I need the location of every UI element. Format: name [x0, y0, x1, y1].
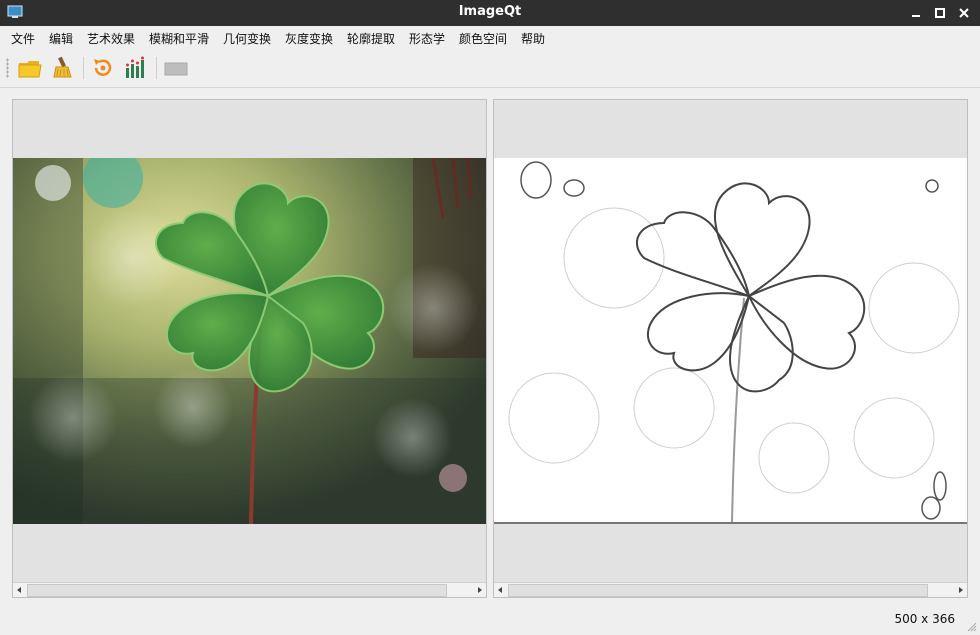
scroll-right-icon[interactable]: [954, 583, 967, 597]
menu-grayscale[interactable]: 灰度变换: [285, 30, 333, 47]
disabled-tool-icon: [164, 62, 188, 76]
scroll-left-icon[interactable]: [13, 583, 26, 597]
menu-edit[interactable]: 编辑: [49, 30, 73, 47]
menu-geometry[interactable]: 几何变换: [223, 30, 271, 47]
menu-color-space[interactable]: 颜色空间: [459, 30, 507, 47]
histogram-icon[interactable]: [123, 55, 149, 81]
scroll-right-icon[interactable]: [473, 583, 486, 597]
title-bar: ImageQt: [0, 0, 980, 26]
close-icon[interactable]: [955, 4, 973, 22]
toolbar-separator: [83, 57, 84, 79]
right-horizontal-scrollbar[interactable]: [494, 582, 967, 597]
result-image-panel: [493, 99, 968, 598]
menu-file[interactable]: 文件: [11, 30, 35, 47]
toolbar-grip[interactable]: [6, 58, 9, 78]
toolbar: [0, 49, 980, 88]
left-horizontal-scrollbar[interactable]: [13, 582, 486, 597]
image-size-label: 500 x 366: [894, 612, 955, 626]
status-bar: 500 x 366: [0, 606, 980, 635]
minimize-icon[interactable]: [907, 4, 925, 22]
contour-sketch: [494, 158, 967, 524]
clover-photo: [13, 158, 486, 524]
menu-art-effects[interactable]: 艺术效果: [87, 30, 135, 47]
toolbar-separator: [156, 57, 157, 79]
menu-bar: 文件 编辑 艺术效果 模糊和平滑 几何变换 灰度变换 轮廓提取 形态学 颜色空间…: [0, 26, 980, 49]
open-folder-icon[interactable]: [17, 55, 43, 81]
maximize-icon[interactable]: [931, 4, 949, 22]
menu-help[interactable]: 帮助: [521, 30, 545, 47]
scroll-thumb[interactable]: [27, 584, 447, 597]
scroll-left-icon[interactable]: [494, 583, 507, 597]
clear-brush-icon[interactable]: [50, 55, 76, 81]
menu-morphology[interactable]: 形态学: [409, 30, 445, 47]
scroll-thumb[interactable]: [508, 584, 928, 597]
menu-blur-smooth[interactable]: 模糊和平滑: [149, 30, 209, 47]
original-image: [13, 158, 486, 524]
resize-grip-icon[interactable]: [967, 622, 977, 632]
restore-icon[interactable]: [90, 55, 116, 81]
original-image-panel: [12, 99, 487, 598]
menu-contour[interactable]: 轮廓提取: [347, 30, 395, 47]
window-title: ImageQt: [458, 4, 522, 19]
result-image: [494, 158, 967, 524]
